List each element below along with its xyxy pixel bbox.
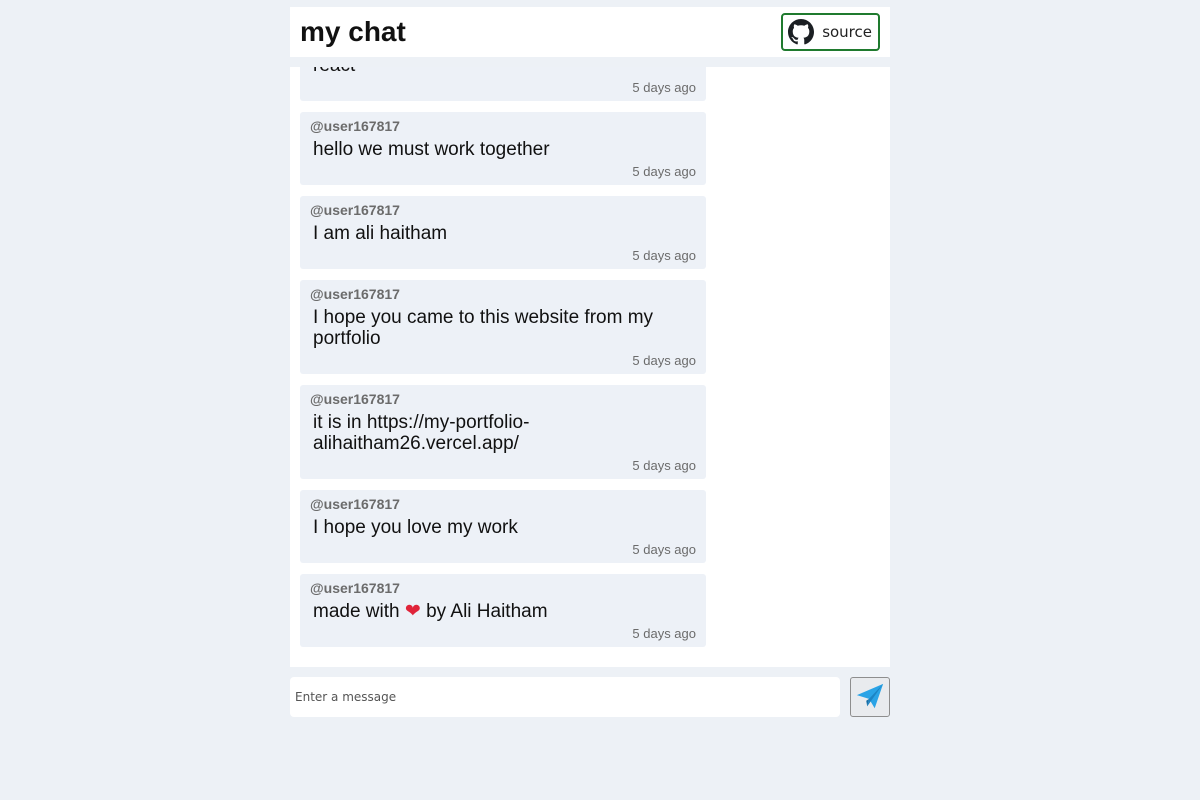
message: react 5 days ago [300,67,706,101]
message-timestamp: 5 days ago [632,80,696,95]
message-username: @user167817 [310,391,400,407]
message-timestamp: 5 days ago [632,542,696,557]
message-text: react [310,67,696,76]
message: @user167817 I am ali haitham 5 days ago [300,196,706,269]
message-text: I hope you came to this website from my … [313,307,654,349]
message-timestamp: 5 days ago [632,164,696,179]
message-username: @user167817 [310,118,400,134]
message-username: @user167817 [310,286,400,302]
message-list: react 5 days ago @user167817 hello we mu… [300,67,706,647]
message-text: I hope you love my work [313,517,518,538]
source-label: source [822,23,872,41]
message-text: hello we must work together [313,139,550,160]
message-timestamp: 5 days ago [632,626,696,641]
message-text: made with ❤ by Ali Haitham [310,600,696,623]
message: @user167817 it is in https://my-portfoli… [300,385,706,479]
github-icon [788,19,815,45]
app-title: my chat [300,16,406,47]
message-text-before: made with [313,601,400,622]
message-username: @user167817 [310,580,400,596]
message-timestamp: 5 days ago [632,353,696,368]
message: @user167817 made with ❤ by Ali Haitham 5… [300,574,706,647]
message-username: @user167817 [310,496,400,512]
composer [290,677,890,717]
message-input[interactable] [290,677,840,717]
message-text-after: by Ali Haitham [426,601,548,622]
send-button[interactable] [850,677,890,717]
heart-icon: ❤ [404,600,421,622]
message: @user167817 I hope you came to this webs… [300,280,706,374]
message-text: I am ali haitham [313,223,448,244]
chat-area[interactable]: react 5 days ago @user167817 hello we mu… [290,67,890,667]
header: my chat source [290,7,890,57]
message-timestamp: 5 days ago [632,458,696,473]
message-text: it is in https://my-portfolio-alihaitham… [313,412,530,454]
message: @user167817 I hope you love my work 5 da… [300,490,706,563]
source-button[interactable]: source [781,13,880,51]
message-username: @user167817 [310,202,400,218]
chat-app: my chat source react 5 days ago @user167… [290,7,890,717]
paper-plane-icon [855,681,885,714]
message: @user167817 hello we must work together … [300,112,706,185]
message-timestamp: 5 days ago [632,248,696,263]
